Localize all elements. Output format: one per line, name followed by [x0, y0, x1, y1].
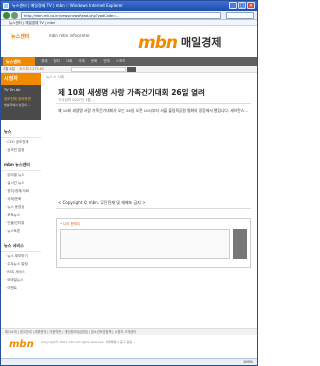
- date-text: 3월 8일: [3, 67, 16, 71]
- brand-korean[interactable]: 매일경제: [181, 34, 221, 50]
- zoom-level[interactable]: 100%: [243, 359, 253, 366]
- sidebar-item[interactable]: · CEO 공모전과: [1, 138, 41, 146]
- nav-item[interactable]: 정치: [53, 57, 59, 66]
- window-title: 뉴스센터 | 매일경제 TV | mbn :: Windows Internet…: [12, 3, 123, 8]
- footer-text: Copyright© 2007 mbn All rights reserved.…: [41, 340, 136, 344]
- site-search-input[interactable]: [71, 67, 126, 72]
- browser-search-field[interactable]: [226, 12, 254, 19]
- site-search-button[interactable]: [127, 67, 136, 72]
- sidebar-item[interactable]: · RSS 서비스: [1, 268, 41, 276]
- footer-links: 회사소개 | 광고안내 | 제휴문의 | 이용약관 | 개인정보취급방침 | 청…: [1, 328, 257, 335]
- nav-item[interactable]: 사회: [66, 57, 72, 66]
- divider: [56, 208, 251, 209]
- sidebar-item[interactable]: · 이벤트: [1, 284, 41, 292]
- promo-text: 공모전에 참여하면: [4, 97, 31, 101]
- main-nav: 뉴스센터 경제 정치 사회 국제 문화 연예 스포츠: [1, 57, 257, 66]
- sidebar-item[interactable]: · 분야별 뉴스: [1, 171, 41, 179]
- top-links[interactable]: mbn mbn infocenter: [49, 33, 90, 38]
- minimize-button[interactable]: _: [229, 2, 237, 9]
- mbn-logo[interactable]: mbn: [138, 33, 178, 53]
- title-bar: 뉴스센터 | 매일경제 TV | mbn :: Windows Internet…: [1, 1, 257, 11]
- reply-box: • 나도 한마디: [56, 218, 251, 268]
- reply-textarea[interactable]: [60, 229, 230, 259]
- sidebar-item[interactable]: · 뉴스 제보하기: [1, 252, 41, 260]
- nav-item[interactable]: 경제: [41, 57, 47, 66]
- index-text: 코스피 1175.62: [19, 67, 45, 71]
- nav-selected-tab[interactable]: 뉴스센터: [3, 57, 35, 66]
- sidebar-section-title: 뉴스 서비스: [1, 241, 41, 252]
- footer-logo: mbn: [9, 339, 34, 350]
- nav-selected-label: 뉴스센터: [6, 59, 21, 64]
- back-button[interactable]: [3, 12, 10, 19]
- browser-tab[interactable]: 뉴스센터 | 매일경제 TV | mbn: [9, 20, 55, 26]
- address-bar: http://mbn.mk.co.kr/news/newsRead.php?vo…: [1, 11, 257, 20]
- promo-title: TV On Air: [4, 88, 21, 92]
- date-bar: 3월 8일 코스피 1175.62: [1, 66, 257, 73]
- sidebar-item[interactable]: · 인물/인터뷰: [1, 219, 41, 227]
- sidebar-item[interactable]: · 모바일뉴스: [1, 276, 41, 284]
- url-field[interactable]: http://mbn.mk.co.kr/news/newsRead.php?vo…: [21, 12, 221, 19]
- nav-item[interactable]: 스포츠: [116, 57, 126, 66]
- browser-window: 뉴스센터 | 매일경제 TV | mbn :: Windows Internet…: [0, 0, 258, 366]
- site-footer: mbn Copyright© 2007 mbn All rights reser…: [1, 336, 257, 358]
- forward-button[interactable]: [11, 12, 18, 19]
- sidebar-menu: 뉴스 · CEO 공모전과 · 공모전 일정 mbn 뉴스센터 · 분야별 뉴스 · 실시…: [1, 121, 41, 292]
- footer-link-list[interactable]: 회사소개 | 광고안내 | 제휴문의 | 이용약관 | 개인정보취급방침 | 청…: [5, 329, 136, 336]
- sidebar-section-title: mbn 뉴스센터: [1, 160, 41, 171]
- sidebar-section-title: 뉴스: [1, 127, 41, 138]
- nav-item[interactable]: 국제: [78, 57, 84, 66]
- ie-icon: [3, 3, 9, 9]
- promo-subtext: 방송국에서 상금이 ...: [4, 103, 31, 107]
- sidebar-item[interactable]: · 국제/문화: [1, 195, 41, 203]
- maximize-button[interactable]: □: [238, 2, 246, 9]
- nav-item[interactable]: 문화: [91, 57, 97, 66]
- sidebar-item[interactable]: · 실시간 뉴스: [1, 179, 41, 187]
- site-header: 뉴스센터 mbn mbn infocenter mbn 매일경제: [1, 27, 257, 57]
- sidebar-item[interactable]: · 뉴스토론: [1, 227, 41, 235]
- sidebar-item[interactable]: · 주요뉴스 알림: [1, 260, 41, 268]
- nav-items: 경제 정치 사회 국제 문화 연예 스포츠: [41, 57, 125, 66]
- close-button[interactable]: ×: [247, 2, 255, 9]
- status-bar: 100%: [1, 358, 257, 365]
- sidebar-item[interactable]: · 뉴스 동영상: [1, 203, 41, 211]
- left-sidebar: 시청자 TV On Air 공모전에 참여하면 방송국에서 상금이 ... 뉴스…: [1, 73, 41, 358]
- breadcrumb[interactable]: 뉴스 > 사회: [46, 75, 254, 80]
- sidebar-header[interactable]: 시청자: [1, 73, 41, 85]
- sidebar-item[interactable]: · 공모전 일정: [1, 146, 41, 154]
- reply-label: • 나도 한마디: [60, 222, 81, 226]
- nav-item[interactable]: 연예: [103, 57, 109, 66]
- article-body: 제 10회 새생명 사랑 가족건기대회가 오는 26일 오전 10시부터 서울 …: [58, 108, 248, 113]
- tab-toolbar: 뉴스센터 | 매일경제 TV | mbn: [1, 20, 257, 26]
- web-page: 뉴스센터 mbn mbn infocenter mbn 매일경제 뉴스센터 경제…: [1, 27, 257, 358]
- reply-submit-button[interactable]: [233, 229, 247, 259]
- article-area: 뉴스 > 사회 제 10회 새생명 사랑 가족건기대회 26일 열려 기사입력 …: [46, 73, 254, 343]
- sidebar-item[interactable]: · 정치/경제/사회: [1, 187, 41, 195]
- sidebar-promo[interactable]: TV On Air 공모전에 참여하면 방송국에서 상금이 ...: [1, 85, 41, 120]
- article-title: 제 10회 새생명 사랑 가족건기대회 26일 열려: [58, 88, 205, 97]
- news-center-logo[interactable]: 뉴스센터: [11, 33, 29, 40]
- divider: [56, 103, 251, 104]
- sidebar-item[interactable]: · 포토뉴스: [1, 211, 41, 219]
- copyright-line: < Copyright © mbn. 무단전재 및 재배포 금지 >: [58, 200, 146, 205]
